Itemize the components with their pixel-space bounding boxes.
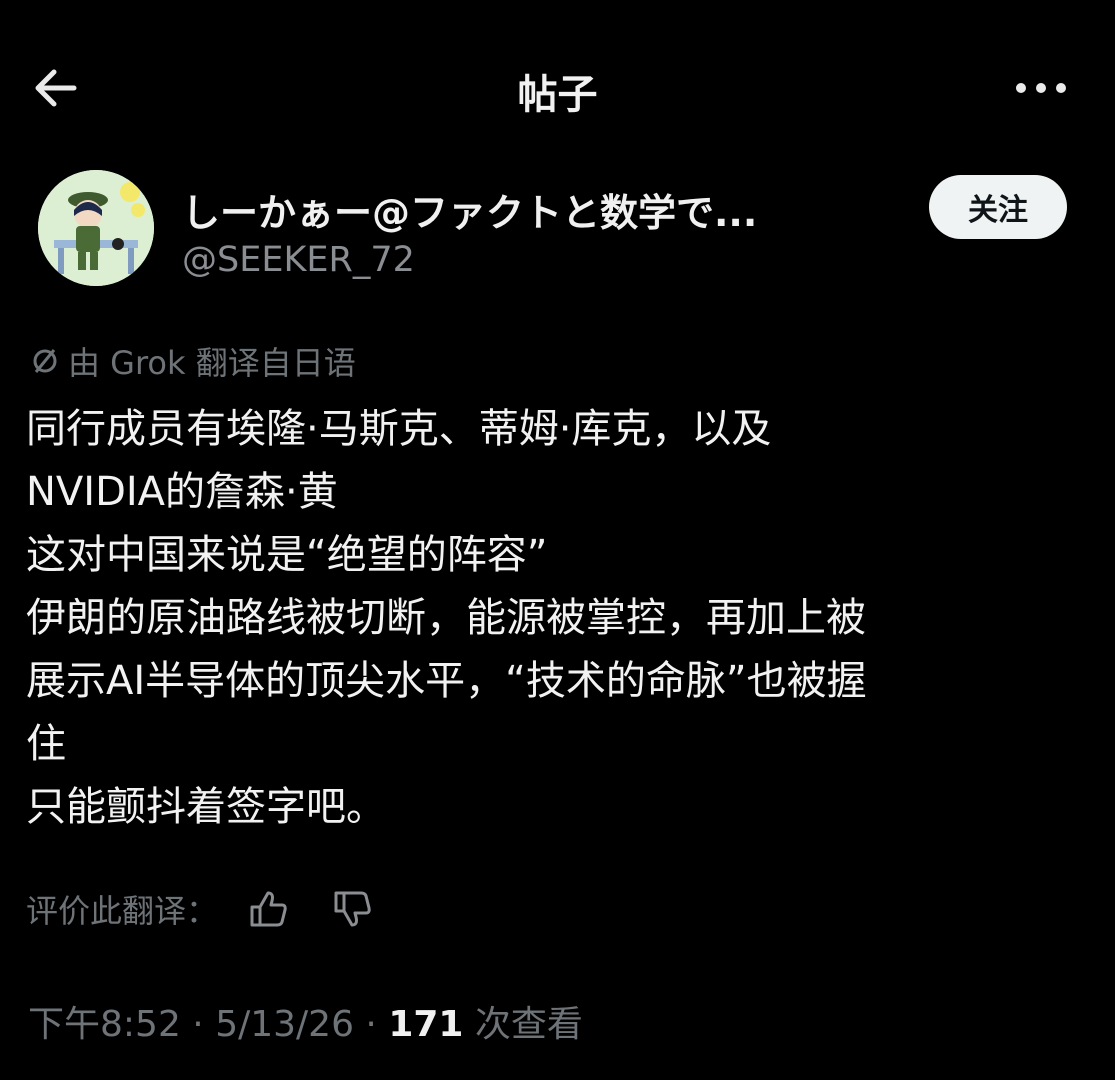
views-count[interactable]: 171 bbox=[388, 1004, 463, 1045]
author-display-name[interactable]: しーかぁー@ファクトと数学で... bbox=[182, 182, 757, 237]
page-title: 帖子 bbox=[517, 72, 598, 118]
views-label: 次查看 bbox=[463, 1004, 583, 1045]
post-line: 展示AI半导体的顶尖水平，“技术的命脉”也被握 bbox=[26, 658, 867, 704]
avatar[interactable] bbox=[38, 170, 154, 286]
post-line: 伊朗的原油路线被切断，能源被掌控，再加上被 bbox=[26, 595, 866, 641]
avatar-image bbox=[38, 170, 154, 286]
post-line: 只能颤抖着签字吧。 bbox=[26, 784, 386, 830]
thumbs-up-icon[interactable] bbox=[246, 887, 290, 931]
meta-separator: · bbox=[353, 1004, 389, 1045]
meta-separator: · bbox=[180, 1004, 216, 1045]
translate-icon bbox=[33, 349, 57, 373]
follow-button[interactable]: 关注 bbox=[929, 175, 1067, 239]
rate-translation-label: 评价此翻译： bbox=[26, 892, 219, 930]
post-time: 下午8:52 bbox=[28, 1004, 181, 1045]
post-meta: 下午8:52 · 5/13/26 · 171 次查看 bbox=[28, 995, 583, 1047]
post-line: 同行成员有埃隆·马斯克、蒂姆·库克，以及 bbox=[26, 406, 772, 452]
top-bar: 帖子 bbox=[0, 0, 1115, 180]
post-line: NVIDIA的詹森·黄 bbox=[26, 469, 338, 515]
thumbs-down-icon[interactable] bbox=[330, 887, 374, 931]
author-handle[interactable]: @SEEKER_72 bbox=[182, 240, 415, 280]
rate-translation-row: 评价此翻译： bbox=[26, 886, 374, 932]
more-options-icon[interactable] bbox=[1015, 76, 1067, 100]
post-line: 住 bbox=[26, 721, 66, 767]
post-line: 这对中国来说是“绝望的阵容” bbox=[26, 532, 548, 578]
post-date: 5/13/26 bbox=[215, 1004, 354, 1045]
translation-notice: 由 Grok 翻译自日语 bbox=[30, 338, 356, 384]
post-body: 同行成员有埃隆·马斯克、蒂姆·库克，以及 NVIDIA的詹森·黄 这对中国来说是… bbox=[26, 398, 1086, 839]
translation-notice-text: 由 Grok 翻译自日语 bbox=[68, 344, 356, 382]
